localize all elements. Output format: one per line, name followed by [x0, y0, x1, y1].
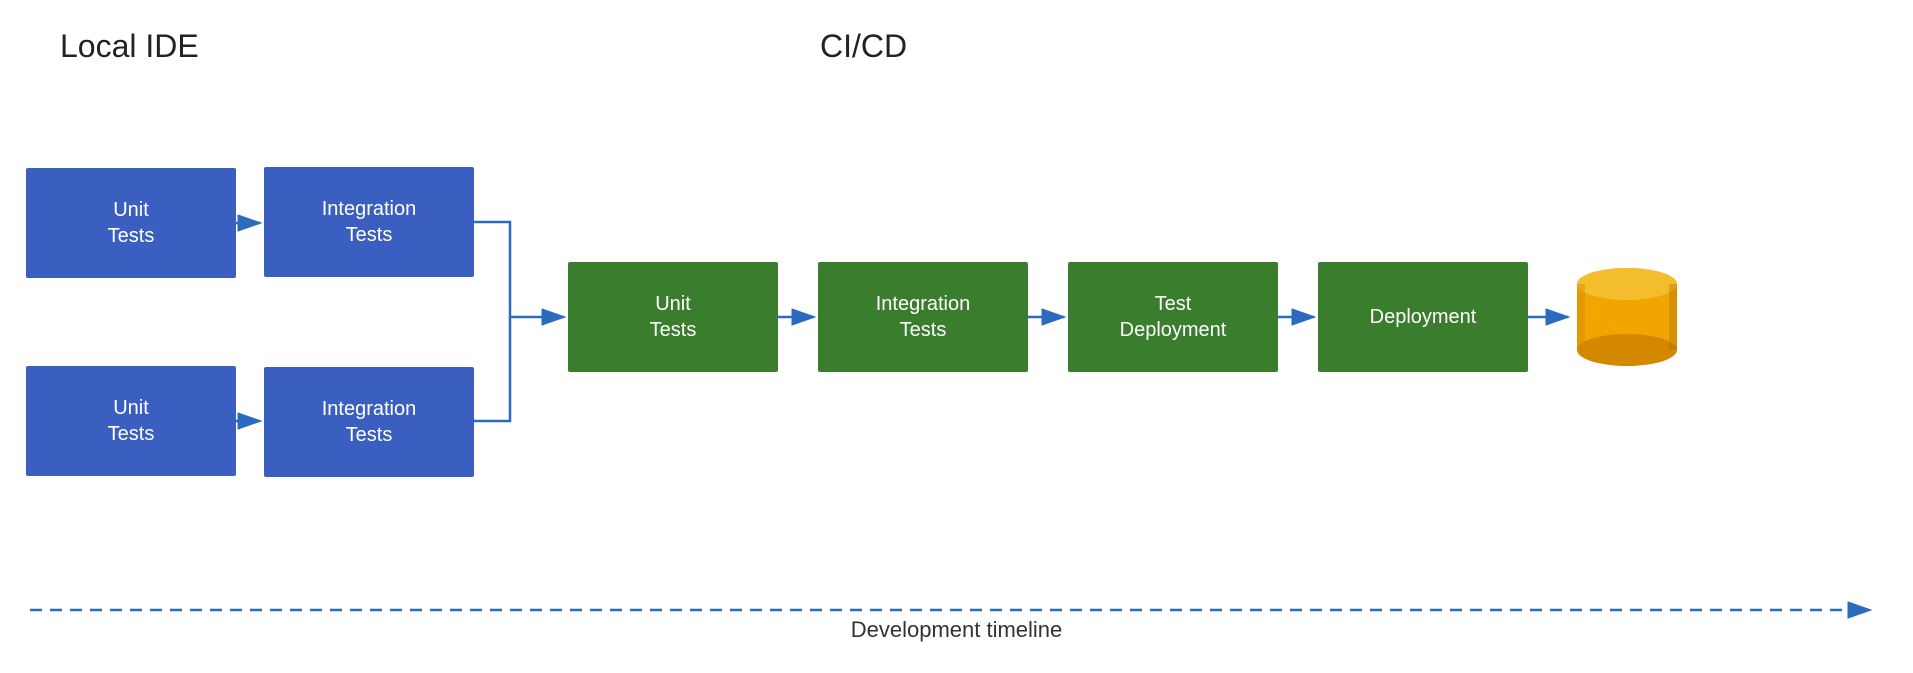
pipeline-test-deployment: TestDeployment [1068, 262, 1278, 372]
pipeline-integration-tests: IntegrationTests [818, 262, 1028, 372]
local-integration-tests-2: IntegrationTests [264, 367, 474, 477]
local-unit-tests-2: UnitTests [26, 366, 236, 476]
pipeline-unit-tests: UnitTests [568, 262, 778, 372]
timeline-label: Development timeline [851, 617, 1063, 643]
local-unit-tests-1: UnitTests [26, 168, 236, 278]
pipeline-deployment: Deployment [1318, 262, 1528, 372]
local-integration-tests-1: IntegrationTests [264, 167, 474, 277]
database-cylinder [1572, 262, 1682, 372]
cicd-label: CI/CD [820, 28, 907, 65]
diagram-container: Local IDE CI/CD UnitTests IntegrationTes… [0, 0, 1913, 673]
local-ide-label: Local IDE [60, 28, 199, 65]
